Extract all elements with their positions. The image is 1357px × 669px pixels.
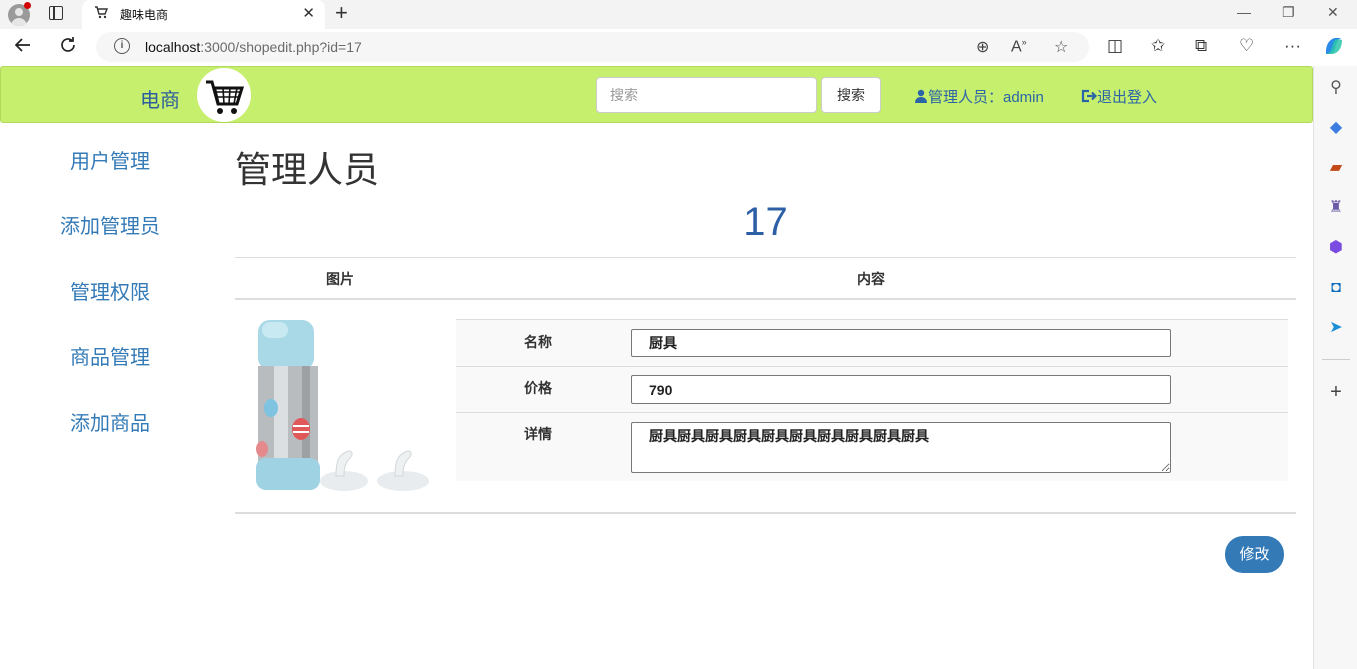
side-panel-divider bbox=[1322, 359, 1350, 360]
collections-icon[interactable]: ⧉ bbox=[1195, 36, 1207, 56]
admin-user-link[interactable]: 管理人员：admin bbox=[914, 86, 1044, 107]
split-screen-icon[interactable]: ◫ bbox=[1107, 36, 1123, 56]
favorite-star-icon[interactable]: ☆ bbox=[1054, 37, 1068, 57]
window-close-icon[interactable]: ✕ bbox=[1327, 4, 1339, 21]
more-menu-icon[interactable]: ··· bbox=[1284, 36, 1301, 56]
sidebar-item-add-admin[interactable]: 添加管理员 bbox=[10, 210, 210, 239]
sidebar-item-permissions[interactable]: 管理权限 bbox=[10, 276, 210, 305]
tab-title: 趣味电商 bbox=[120, 8, 169, 22]
detail-textarea[interactable]: 厨具厨具厨具厨具厨具厨具厨具厨具厨具厨具 bbox=[631, 422, 1171, 473]
url-field[interactable]: i localhost:3000/shopedit.php?id=17 ⊕ A»… bbox=[96, 32, 1089, 62]
browser-tab-bar: 趣味电商 ✕ + — ❐ ✕ bbox=[0, 0, 1357, 29]
restore-icon[interactable]: ❐ bbox=[1282, 4, 1295, 21]
column-header-image: 图片 bbox=[326, 271, 354, 287]
form-row-name: 名称 bbox=[456, 319, 1288, 366]
read-aloud-icon[interactable]: A» bbox=[1011, 37, 1027, 56]
address-bar: i localhost:3000/shopedit.php?id=17 ⊕ A»… bbox=[0, 29, 1357, 66]
browser-tab-active[interactable]: 趣味电商 ✕ bbox=[82, 0, 325, 29]
table-top-border bbox=[235, 257, 1296, 258]
search-input[interactable] bbox=[596, 77, 817, 113]
outlook-icon[interactable]: ◘ bbox=[1326, 278, 1346, 298]
product-edit-form: 名称 价格 详情 厨具厨具厨具厨具厨具厨具厨具厨具厨具厨具 bbox=[456, 319, 1288, 481]
shopping-cart-logo-icon[interactable] bbox=[197, 68, 251, 122]
browser-side-panel: ⚲ ◆ ▰ ♜ ⬢ ◘ ➤ + bbox=[1313, 66, 1357, 669]
record-id: 17 bbox=[743, 200, 788, 244]
copilot-icon[interactable] bbox=[1322, 34, 1346, 63]
back-arrow-icon[interactable] bbox=[13, 35, 33, 61]
logout-link[interactable]: 退出登入 bbox=[1081, 86, 1157, 107]
site-header: 电商 搜索 管理人员：admin 退出登入 bbox=[0, 66, 1313, 123]
sidebar-item-product-management[interactable]: 商品管理 bbox=[10, 341, 210, 370]
form-row-detail: 详情 厨具厨具厨具厨具厨具厨具厨具厨具厨具厨具 bbox=[456, 412, 1288, 481]
browser-essentials-icon[interactable]: ♡ bbox=[1239, 36, 1254, 56]
refresh-icon[interactable] bbox=[58, 35, 78, 61]
url-text: localhost:3000/shopedit.php?id=17 bbox=[145, 39, 362, 55]
zoom-icon[interactable]: ⊕ bbox=[976, 37, 989, 57]
price-label: 价格 bbox=[524, 380, 552, 396]
modify-button[interactable]: 修改 bbox=[1225, 536, 1284, 573]
product-image bbox=[248, 316, 433, 496]
price-input[interactable] bbox=[631, 375, 1171, 404]
table-bottom-border bbox=[235, 512, 1296, 514]
name-label: 名称 bbox=[524, 334, 552, 350]
search-icon[interactable]: ⚲ bbox=[1326, 78, 1346, 98]
site-info-icon[interactable]: i bbox=[114, 38, 130, 54]
logout-icon bbox=[1081, 89, 1097, 103]
column-header-content: 内容 bbox=[857, 271, 885, 287]
brand-link[interactable]: 电商 bbox=[140, 84, 180, 113]
page-title: 管理人员 bbox=[235, 149, 380, 190]
add-icon[interactable]: + bbox=[1326, 382, 1346, 402]
new-tab-icon[interactable]: + bbox=[335, 0, 348, 26]
form-row-price: 价格 bbox=[456, 366, 1288, 412]
notification-dot-icon bbox=[24, 2, 31, 9]
send-icon[interactable]: ➤ bbox=[1326, 318, 1346, 338]
name-input[interactable] bbox=[631, 329, 1171, 357]
detail-label: 详情 bbox=[524, 426, 552, 442]
shopping-tag-icon[interactable]: ◆ bbox=[1326, 118, 1346, 138]
microsoft365-icon[interactable]: ⬢ bbox=[1326, 238, 1346, 258]
tools-briefcase-icon[interactable]: ▰ bbox=[1326, 158, 1346, 178]
minimize-icon[interactable]: — bbox=[1237, 4, 1251, 20]
sidebar-item-user-management[interactable]: 用户管理 bbox=[10, 145, 210, 174]
tab-actions-icon[interactable] bbox=[49, 6, 63, 20]
tab-close-icon[interactable]: ✕ bbox=[302, 4, 315, 22]
user-icon bbox=[915, 89, 927, 103]
games-icon[interactable]: ♜ bbox=[1326, 198, 1346, 218]
cart-icon bbox=[94, 5, 109, 22]
favorites-icon[interactable]: ✩ bbox=[1151, 36, 1165, 56]
sidebar-item-add-product[interactable]: 添加商品 bbox=[10, 407, 210, 436]
table-header-border bbox=[235, 298, 1296, 300]
search-button[interactable]: 搜索 bbox=[821, 77, 881, 113]
